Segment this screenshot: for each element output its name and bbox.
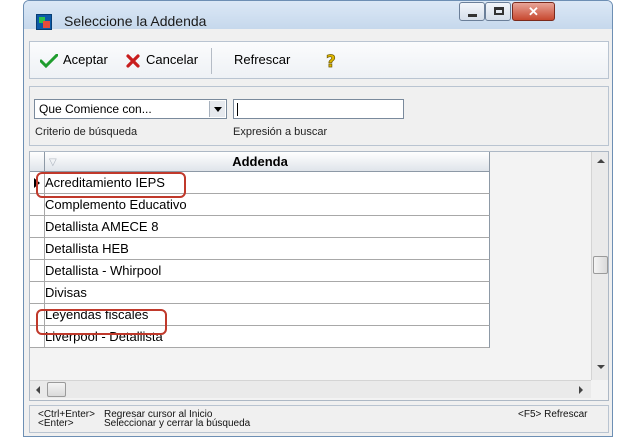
row-indicator (30, 260, 45, 281)
horizontal-scrollbar[interactable] (30, 380, 591, 398)
highlight-annotation (36, 309, 167, 335)
addenda-dialog: Seleccione la Addenda ✕ Aceptar Cancelar… (23, 0, 613, 437)
table-row[interactable]: Detallista HEB (30, 238, 490, 260)
vertical-scroll-thumb[interactable] (593, 256, 608, 274)
row-label: Detallista AMECE 8 (45, 219, 159, 234)
status-refresh-hint: <F5> Refrescar (518, 409, 588, 420)
status-hint-select: Seleccionar y cerrar la búsqueda (104, 418, 251, 429)
close-icon: ✕ (528, 4, 539, 19)
row-label: Detallista - Whirpool (45, 263, 162, 278)
row-label: Divisas (45, 285, 87, 300)
criteria-label: Criterio de búsqueda (35, 126, 138, 138)
vertical-scrollbar[interactable] (591, 152, 608, 380)
criteria-select[interactable]: Que Comience con... (34, 99, 227, 119)
chevron-down-icon[interactable] (209, 101, 225, 117)
close-button[interactable]: ✕ (512, 2, 555, 21)
refresh-button[interactable]: Refrescar (234, 52, 290, 67)
horizontal-scroll-thumb[interactable] (47, 382, 66, 397)
expression-input[interactable] (233, 99, 404, 119)
toolbar: Aceptar Cancelar Refrescar ? (29, 41, 609, 79)
x-icon (126, 54, 140, 68)
minimize-button[interactable] (459, 2, 485, 21)
table-row[interactable]: Divisas (30, 282, 490, 304)
toolbar-separator (211, 48, 212, 74)
minimize-icon (468, 14, 477, 17)
search-panel: Que Comience con... Criterio de búsqueda… (29, 86, 609, 146)
column-header-addenda: Addenda (232, 154, 288, 169)
cancel-label: Cancelar (146, 52, 199, 67)
table-row[interactable]: Detallista - Whirpool (30, 260, 490, 282)
svg-text:?: ? (326, 52, 336, 70)
status-key-enter: <Enter> (38, 418, 74, 429)
row-label: Detallista HEB (45, 241, 129, 256)
status-bar: <Ctrl+Enter> Regresar cursor al Inicio <… (29, 405, 609, 433)
grid-header[interactable]: ▽ Addenda (30, 152, 490, 172)
accept-label: Aceptar (63, 52, 108, 67)
maximize-button[interactable] (485, 2, 511, 21)
question-mark-icon[interactable]: ? (325, 52, 339, 70)
row-label: Complemento Educativo (45, 197, 187, 212)
scroll-right-icon[interactable] (579, 386, 583, 394)
addenda-grid: ▽ Addenda Acreditamiento IEPS Complement… (29, 151, 609, 401)
row-indicator (30, 238, 45, 259)
window-title: Seleccione la Addenda (64, 13, 207, 29)
maximize-icon (494, 7, 504, 15)
app-icon (36, 14, 52, 30)
criteria-value: Que Comience con... (39, 102, 152, 116)
table-row[interactable]: Detallista AMECE 8 (30, 216, 490, 238)
checkmark-icon (40, 54, 58, 68)
expression-label: Expresión a buscar (233, 126, 328, 138)
title-bar[interactable]: Seleccione la Addenda ✕ (24, 1, 612, 30)
scroll-left-icon[interactable] (36, 386, 40, 394)
scroll-up-icon[interactable] (597, 159, 605, 163)
text-caret (237, 103, 238, 116)
highlight-annotation (36, 172, 186, 198)
row-indicator (30, 216, 45, 237)
scroll-down-icon[interactable] (597, 365, 605, 369)
row-indicator (30, 282, 45, 303)
